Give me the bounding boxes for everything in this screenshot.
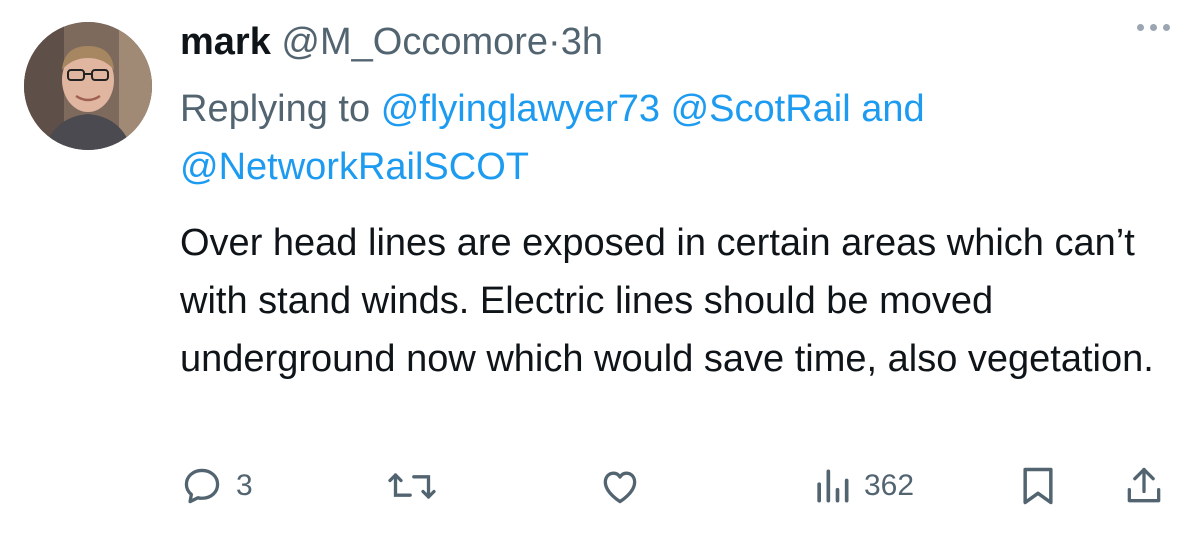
avatar-image <box>24 22 152 150</box>
author-name[interactable]: mark <box>180 21 271 63</box>
mention-scotrail[interactable]: @ScotRail <box>671 88 851 130</box>
share-icon <box>1127 467 1161 503</box>
share-button[interactable] <box>1122 456 1166 516</box>
views-bars-icon <box>817 469 849 503</box>
mention-networkrailscot[interactable]: @NetworkRailSCOT <box>180 146 529 188</box>
tweet-header: mark @M_Occomore·3h <box>180 18 603 66</box>
retweet-icon <box>388 473 436 499</box>
reply-bubble-icon <box>184 468 220 504</box>
action-bar: 3 362 <box>0 456 1200 516</box>
views-count: 362 <box>864 469 915 502</box>
bookmark-button[interactable] <box>1018 456 1058 516</box>
reply-count: 3 <box>236 469 253 502</box>
separator-dot: · <box>548 21 561 63</box>
timestamp[interactable]: 3h <box>561 21 603 63</box>
mention-flyinglawyer73[interactable]: @flyinglawyer73 <box>381 88 660 130</box>
replying-to-label: Replying to <box>180 88 371 130</box>
heart-icon <box>603 471 637 504</box>
retweet-button[interactable] <box>386 456 438 516</box>
tweet-text: Over head lines are exposed in certain a… <box>180 222 1154 380</box>
reply-button[interactable]: 3 <box>180 456 253 516</box>
mention-joiner: and <box>861 88 925 130</box>
avatar[interactable] <box>24 22 152 150</box>
author-handle[interactable]: @M_Occomore <box>281 21 548 63</box>
views-button[interactable]: 362 <box>812 456 914 516</box>
replying-to-line: Replying to @flyinglawyer73 @ScotRail an… <box>180 80 1160 196</box>
more-dots-icon[interactable] <box>1137 24 1170 31</box>
like-button[interactable] <box>598 456 642 516</box>
bookmark-icon <box>1023 467 1053 505</box>
